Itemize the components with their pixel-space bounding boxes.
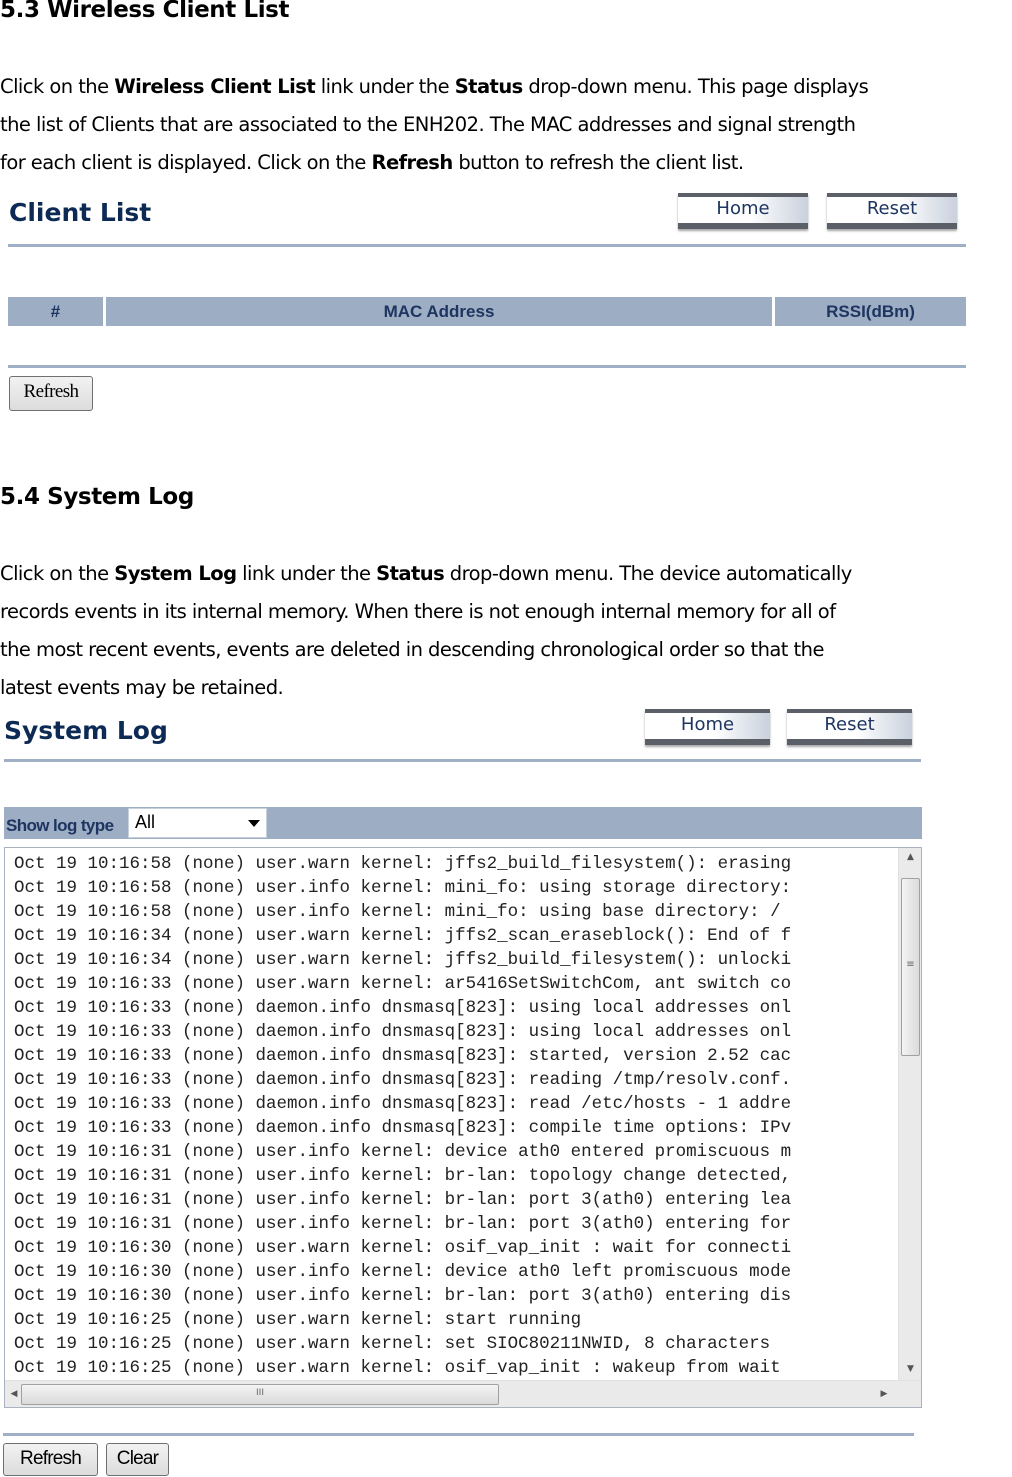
text-run: Click on the [0, 75, 115, 98]
scroll-right-arrow-icon[interactable]: ▶ [877, 1387, 891, 1401]
grip-icon: III [256, 1388, 264, 1398]
log-type-selected-value: All [135, 812, 156, 832]
log-line: Oct 19 10:16:25 (none) user.warn kernel:… [14, 1358, 781, 1378]
log-lines: Oct 19 10:16:58 (none) user.warn kernel:… [14, 852, 900, 1380]
system-log-title: System Log [4, 716, 168, 745]
log-line: Oct 19 10:16:30 (none) user.info kernel:… [14, 1262, 792, 1282]
log-line: Oct 19 10:16:31 (none) user.info kernel:… [14, 1190, 792, 1210]
log-line: Oct 19 10:16:58 (none) user.info kernel:… [14, 878, 792, 898]
text-run: the list of Clients that are associated … [0, 113, 856, 136]
grip-icon: ≡ [906, 959, 915, 970]
horizontal-scroll-thumb[interactable]: III [21, 1384, 499, 1405]
scroll-down-arrow-icon[interactable]: ▼ [899, 1362, 921, 1376]
bold-term: Status [376, 562, 445, 585]
client-list-refresh-button[interactable]: Refresh [9, 376, 93, 411]
client-list-home-button[interactable]: Home [678, 193, 808, 229]
log-line: Oct 19 10:16:31 (none) user.info kernel:… [14, 1214, 792, 1234]
log-line: Oct 19 10:16:31 (none) user.info kernel:… [14, 1166, 792, 1186]
log-type-label: Show log type [6, 816, 114, 835]
vertical-scroll-thumb[interactable]: ≡ [901, 878, 920, 1056]
column-header-mac-address: MAC Address [106, 297, 772, 326]
text-run: button to refresh the client list. [452, 151, 744, 174]
log-line: Oct 19 10:16:33 (none) daemon.info dnsma… [14, 1118, 792, 1138]
client-list-reset-button[interactable]: Reset [827, 193, 957, 229]
bold-term: Status [454, 75, 524, 98]
text-run: link under the [315, 75, 455, 98]
log-line: Oct 19 10:16:58 (none) user.info kernel:… [14, 902, 781, 922]
log-line: Oct 19 10:16:33 (none) user.warn kernel:… [14, 974, 792, 994]
bold-term: System Log [114, 562, 237, 585]
client-list-divider-bottom [8, 365, 966, 368]
paragraph-line: Click on the Wireless Client List link u… [0, 68, 1012, 106]
column-header-index: # [8, 297, 103, 326]
paragraph-line: the most recent events, events are delet… [0, 631, 1012, 669]
text-run: drop-down menu. The device automatically [444, 562, 852, 585]
text-run: Click on the [0, 562, 115, 585]
log-line: Oct 19 10:16:33 (none) daemon.info dnsma… [14, 1022, 792, 1042]
text-run: records events in its internal memory. W… [0, 600, 836, 623]
log-line: Oct 19 10:16:33 (none) daemon.info dnsma… [14, 1070, 792, 1090]
paragraph-line: Click on the System Log link under the S… [0, 555, 1012, 593]
log-line: Oct 19 10:16:34 (none) user.warn kernel:… [14, 950, 792, 970]
bold-term: Refresh [371, 151, 453, 174]
log-type-select[interactable]: All [128, 808, 267, 838]
section-heading-wireless-client-list: 5.3 Wireless Client List [0, 0, 290, 23]
system-log-home-button[interactable]: Home [645, 709, 770, 745]
paragraph-line: latest events may be retained. [0, 669, 1012, 707]
column-header-rssi: RSSI(dBm) [775, 297, 966, 326]
scroll-left-arrow-icon[interactable]: ◀ [7, 1387, 21, 1401]
text-run: link under the [236, 562, 377, 585]
system-log-divider-top [4, 759, 921, 762]
log-line: Oct 19 10:16:30 (none) user.info kernel:… [14, 1286, 792, 1306]
log-line: Oct 19 10:16:25 (none) user.warn kernel:… [14, 1334, 771, 1354]
log-filter-bar: Show log type All [4, 807, 922, 839]
system-log-clear-button[interactable]: Clear [106, 1443, 169, 1476]
log-line: Oct 19 10:16:34 (none) user.warn kernel:… [14, 926, 792, 946]
text-run: the most recent events, events are delet… [0, 638, 824, 661]
chevron-down-icon [248, 820, 260, 827]
system-log-divider-bottom [3, 1433, 914, 1436]
paragraph-line: for each client is displayed. Click on t… [0, 144, 1012, 182]
paragraph-line: records events in its internal memory. W… [0, 593, 1012, 631]
log-line: Oct 19 10:16:33 (none) daemon.info dnsma… [14, 998, 792, 1018]
bold-term: Wireless Client List [114, 75, 316, 98]
log-line: Oct 19 10:16:31 (none) user.info kernel:… [14, 1142, 792, 1162]
section-53-paragraph: Click on the Wireless Client List link u… [0, 68, 1012, 182]
system-log-reset-button[interactable]: Reset [787, 709, 912, 745]
text-run: for each client is displayed. Click on t… [0, 151, 372, 174]
log-line: Oct 19 10:16:58 (none) user.warn kernel:… [14, 854, 792, 874]
log-line: Oct 19 10:16:30 (none) user.warn kernel:… [14, 1238, 792, 1258]
client-list-divider-top [8, 244, 966, 247]
log-line: Oct 19 10:16:33 (none) daemon.info dnsma… [14, 1046, 792, 1066]
text-run: latest events may be retained. [0, 676, 284, 699]
log-line: Oct 19 10:16:33 (none) daemon.info dnsma… [14, 1094, 792, 1114]
log-line: Oct 19 10:16:25 (none) user.warn kernel:… [14, 1310, 582, 1330]
vertical-scrollbar[interactable]: ▲ ≡ ▼ [898, 848, 921, 1380]
horizontal-scrollbar[interactable]: ◀ III ▶ [5, 1380, 921, 1407]
log-textarea[interactable]: Oct 19 10:16:58 (none) user.warn kernel:… [4, 847, 922, 1408]
system-log-refresh-button[interactable]: Refresh [3, 1443, 98, 1476]
section-54-paragraph: Click on the System Log link under the S… [0, 555, 1012, 707]
client-list-title: Client List [9, 198, 152, 227]
section-heading-system-log: 5.4 System Log [0, 484, 194, 510]
paragraph-line: the list of Clients that are associated … [0, 106, 1012, 144]
text-run: drop-down menu. This page displays [522, 75, 869, 98]
scroll-up-arrow-icon[interactable]: ▲ [899, 850, 921, 864]
